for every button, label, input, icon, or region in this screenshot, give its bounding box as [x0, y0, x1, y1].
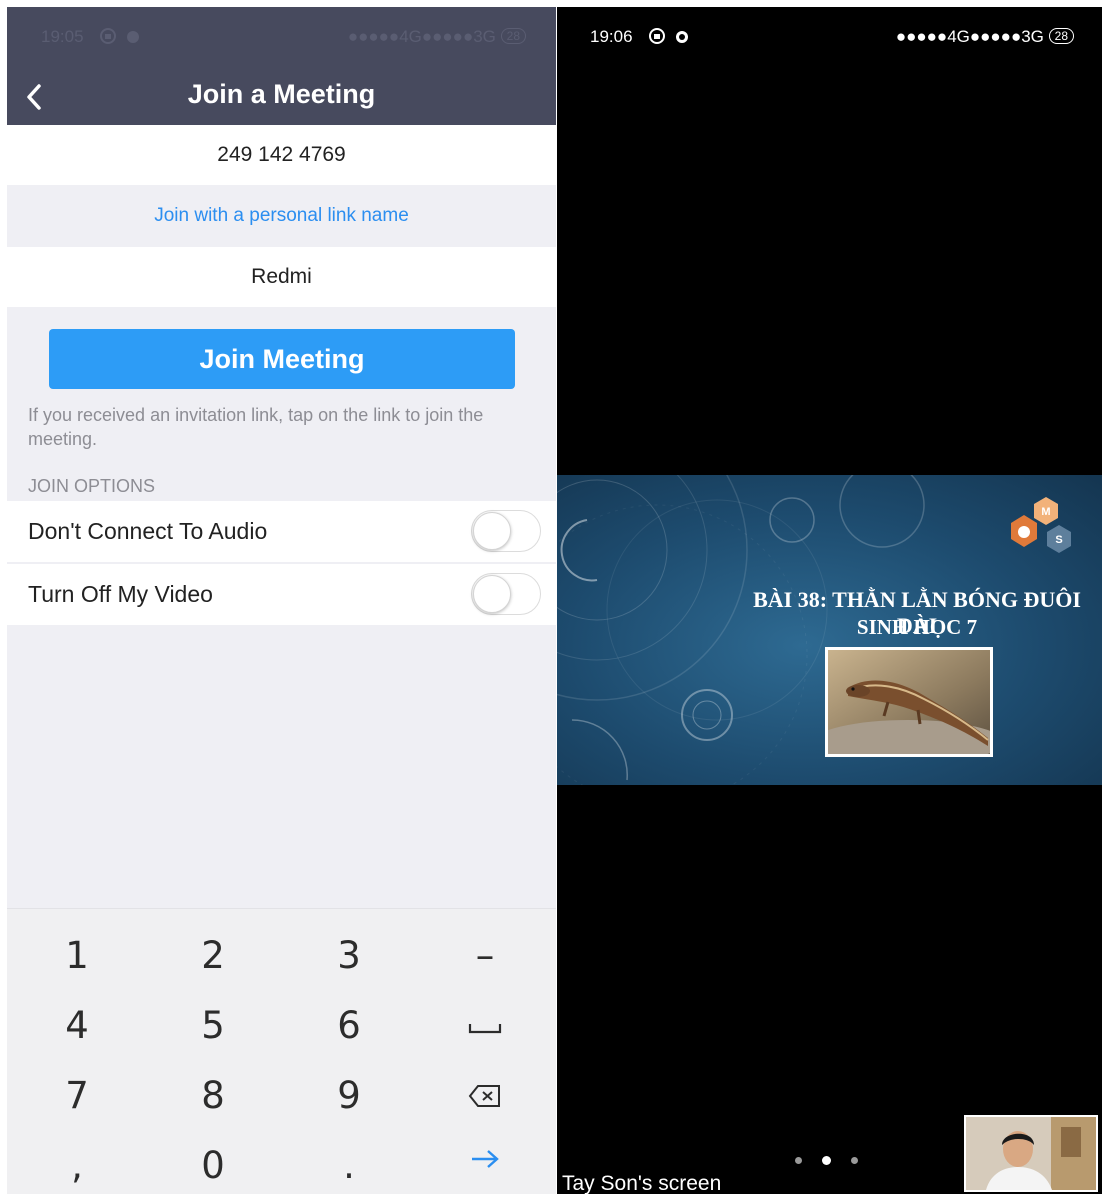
- lizard-photo: [825, 647, 993, 757]
- option-label: Don't Connect To Audio: [28, 518, 268, 544]
- key-period[interactable]: .: [289, 1134, 409, 1194]
- signal-text: ●●●●●4G●●●●●3G: [895, 27, 1044, 46]
- page-dot-active[interactable]: [822, 1156, 831, 1165]
- meeting-id-input[interactable]: 249 142 4769: [7, 125, 556, 185]
- status-icons: [648, 27, 691, 50]
- key-2[interactable]: 2: [153, 924, 273, 988]
- key-8[interactable]: 8: [153, 1064, 273, 1128]
- join-options-label: JOIN OPTIONS: [28, 476, 156, 496]
- status-icons: [99, 27, 142, 50]
- personal-link-button[interactable]: Join with a personal link name: [7, 187, 556, 245]
- page-title: Join a Meeting: [187, 79, 376, 109]
- arrow-right-icon: [472, 1150, 499, 1168]
- key-1[interactable]: 1: [17, 924, 137, 988]
- numeric-keypad: 1 2 3 – 4 5 6 7 8 9 , 0 .: [7, 908, 556, 1194]
- key-6[interactable]: 6: [289, 994, 409, 1058]
- option-row-video-off: Turn Off My Video: [7, 564, 556, 625]
- screen-owner-label: Tay Son's screen: [562, 1172, 722, 1194]
- status-bar: 19:06 ●●●●●4G●●●●●3G 28: [557, 7, 1102, 65]
- toggle-knob: [473, 512, 511, 550]
- key-7[interactable]: 7: [17, 1064, 137, 1128]
- display-name-input[interactable]: Redmi: [7, 247, 556, 307]
- rotation-lock-icon: [100, 28, 116, 44]
- status-signal: ●●●●●4G●●●●●3G 28: [896, 27, 1074, 47]
- battery-indicator: 28: [500, 28, 526, 44]
- no-audio-toggle[interactable]: [471, 510, 541, 552]
- key-5[interactable]: 5: [153, 994, 273, 1058]
- lizard-image: [828, 650, 990, 754]
- page-dot[interactable]: [795, 1157, 802, 1164]
- status-time: 19:05: [41, 27, 84, 46]
- join-meeting-screen: 19:05 ●●●●●4G●●●●●3G 28 Join a Meeting 2…: [7, 7, 556, 1194]
- invitation-hint: If you received an invitation link, tap …: [28, 405, 484, 449]
- key-0[interactable]: 0: [153, 1134, 273, 1194]
- option-label: Turn Off My Video: [28, 581, 213, 607]
- backspace-icon: [468, 1085, 500, 1107]
- brand-logo: M S: [1011, 497, 1071, 553]
- toggle-knob: [473, 575, 511, 613]
- alarm-icon: [675, 31, 688, 43]
- key-dash[interactable]: –: [425, 924, 545, 988]
- key-space[interactable]: [425, 994, 545, 1058]
- alarm-icon: [126, 31, 139, 43]
- option-row-no-audio: Don't Connect To Audio: [7, 501, 556, 562]
- status-signal: ●●●●●4G●●●●●3G 28: [348, 27, 526, 47]
- status-time: 19:06: [590, 27, 633, 46]
- key-3[interactable]: 3: [289, 924, 409, 988]
- logo-letter: S: [1055, 534, 1062, 546]
- key-backspace[interactable]: [425, 1064, 545, 1128]
- key-comma[interactable]: ,: [17, 1134, 137, 1194]
- video-off-toggle[interactable]: [471, 573, 541, 615]
- shared-screen-view: 19:06 ●●●●●4G●●●●●3G 28 M S BÀI 38: THẰN…: [557, 7, 1102, 1194]
- space-icon: [468, 1024, 502, 1034]
- join-meeting-button[interactable]: Join Meeting: [49, 329, 515, 389]
- key-enter[interactable]: [425, 1127, 545, 1191]
- page-dot[interactable]: [851, 1157, 858, 1164]
- app-header: Join a Meeting: [7, 65, 556, 125]
- shared-slide: M S BÀI 38: THẰN LẰN BÓNG ĐUÔI DÀI SINH …: [557, 475, 1102, 785]
- self-video-thumbnail[interactable]: [964, 1115, 1098, 1192]
- rotation-lock-icon: [649, 28, 665, 44]
- key-9[interactable]: 9: [289, 1064, 409, 1128]
- key-4[interactable]: 4: [17, 994, 137, 1058]
- battery-indicator: 28: [1048, 28, 1074, 44]
- logo-letter: M: [1041, 506, 1050, 518]
- status-bar: 19:05 ●●●●●4G●●●●●3G 28: [7, 7, 556, 65]
- participant-video: [966, 1117, 1096, 1190]
- slide-subtitle: SINH HỌC 7: [856, 615, 978, 639]
- signal-text: ●●●●●4G●●●●●3G: [347, 27, 496, 46]
